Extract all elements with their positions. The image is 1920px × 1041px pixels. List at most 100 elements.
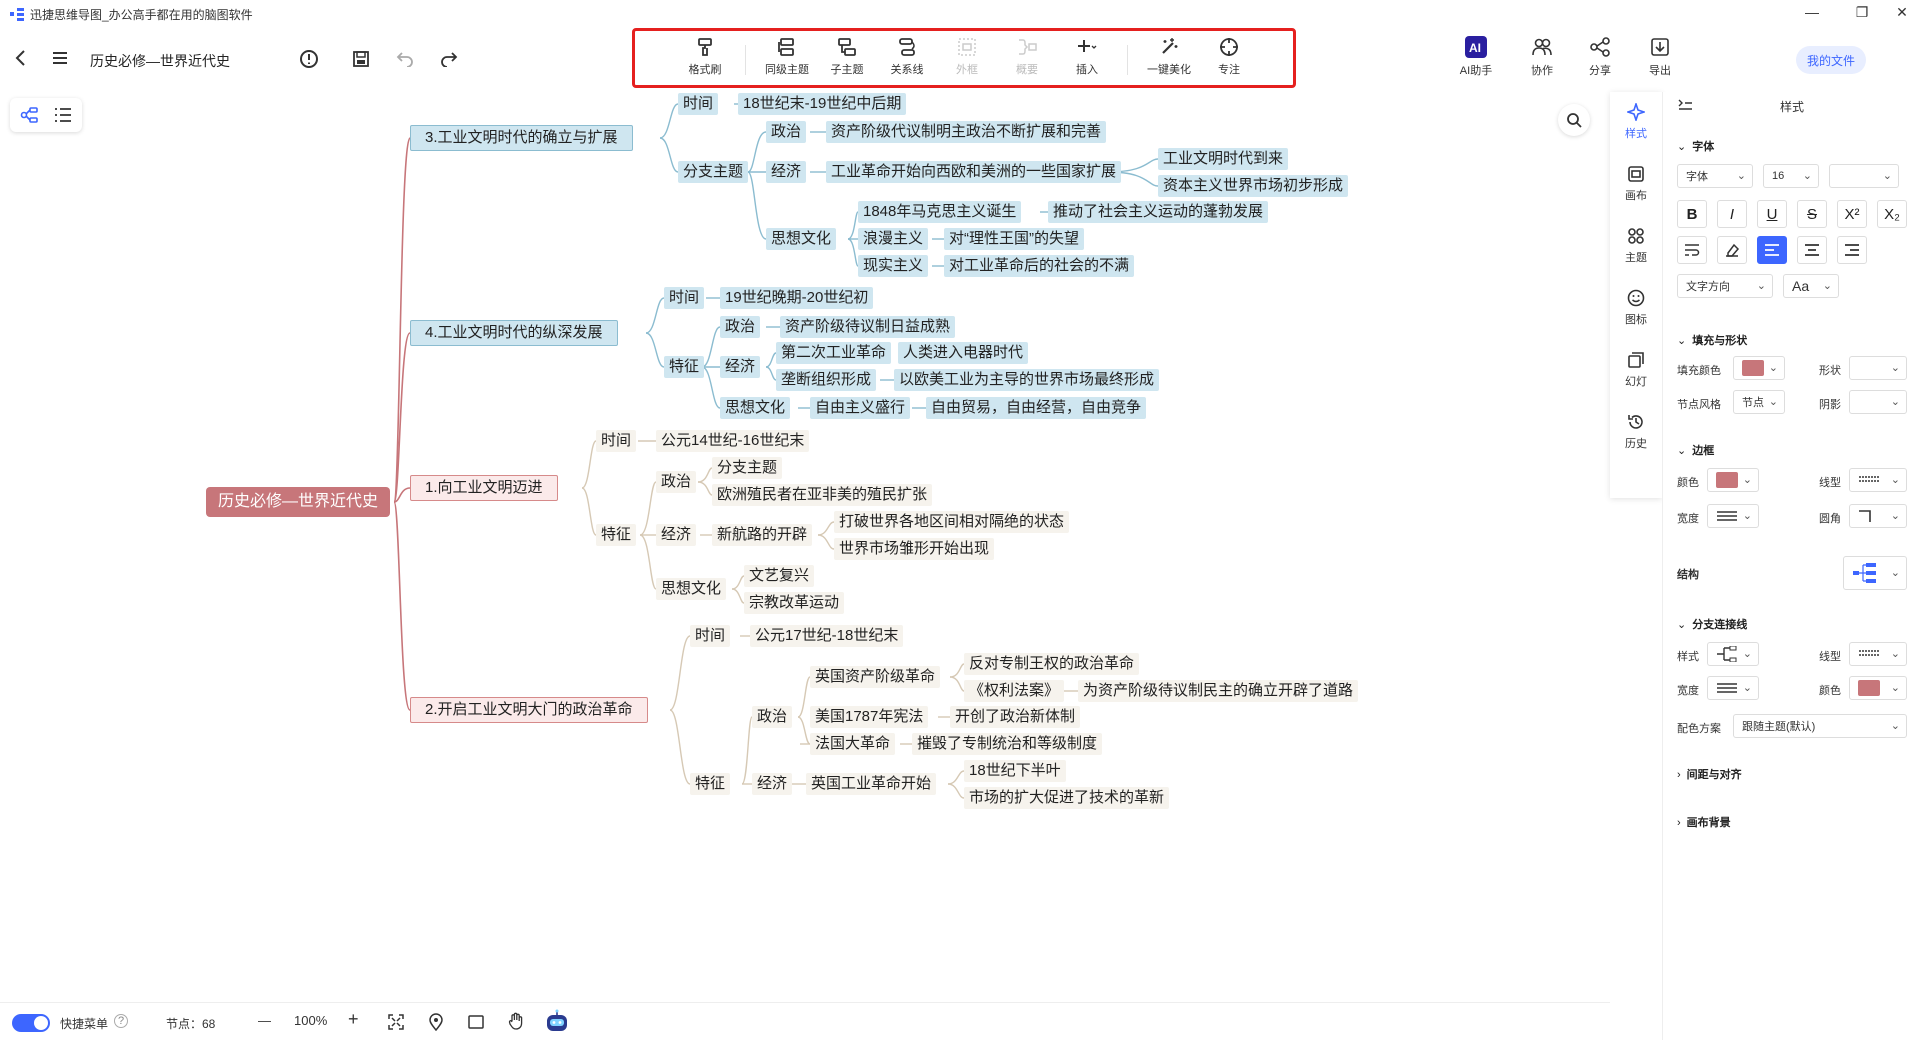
spacing-section-header[interactable]: 间距与对齐	[1677, 766, 1742, 782]
redo-button[interactable]	[438, 48, 460, 70]
quick-menu-toggle[interactable]	[12, 1014, 50, 1032]
topic-node[interactable]: 世界市场雏形开始出现	[834, 538, 995, 560]
topic-node[interactable]: 经济	[656, 524, 697, 546]
mindmap-canvas[interactable]: 历史必修—世界近代史 3.工业文明时代的确立与扩展 时间 18世纪末-19世纪中…	[0, 92, 1610, 1002]
topic-node[interactable]: 《权利法案》	[964, 680, 1065, 702]
align-left-button[interactable]	[1757, 236, 1787, 264]
topic-node[interactable]: 以欧美工业为主导的世界市场最终形成	[894, 369, 1160, 391]
italic-button[interactable]: I	[1717, 200, 1747, 228]
topic-node[interactable]: 宗教改革运动	[744, 592, 845, 614]
topic-node[interactable]: 对“理性王国”的失望	[944, 228, 1084, 250]
tab-history[interactable]: 历史	[1610, 402, 1662, 462]
my-files-button[interactable]: 我的文件	[1796, 46, 1866, 74]
tab-theme[interactable]: 主题	[1610, 216, 1662, 276]
topic-node[interactable]: 18世纪下半叶	[964, 760, 1066, 782]
topic-node[interactable]: 政治	[766, 121, 807, 143]
align-right-button[interactable]	[1837, 236, 1867, 264]
topic-node[interactable]: 经济	[720, 356, 761, 378]
undo-button[interactable]	[394, 48, 416, 70]
topic-node[interactable]: 思想文化	[766, 228, 837, 250]
shadow-select[interactable]: ⌄	[1849, 390, 1907, 414]
ai-assistant-button[interactable]: AI AI助手	[1448, 36, 1504, 78]
summary-button[interactable]: 概要	[997, 37, 1057, 85]
structure-select[interactable]: ⌄	[1843, 556, 1907, 590]
topic-node[interactable]: 18世纪末-19世纪中后期	[738, 93, 907, 115]
topic-node[interactable]: 经济	[752, 773, 793, 795]
topic-node[interactable]: 分支主题	[678, 161, 749, 183]
border-radius-select[interactable]: ⌄	[1849, 504, 1907, 528]
topic-node[interactable]: 思想文化	[656, 578, 727, 600]
topic-node[interactable]: 开创了政治新体制	[950, 706, 1081, 728]
hand-pan-icon[interactable]	[508, 1012, 524, 1030]
topic-node[interactable]: 新航路的开辟	[712, 524, 813, 546]
subscript-button[interactable]: X₂	[1877, 200, 1907, 228]
tab-canvas[interactable]: 画布	[1610, 154, 1662, 214]
topic-node[interactable]: 19世纪晚期-20世纪初	[720, 287, 874, 309]
minimize-button[interactable]: —	[1800, 4, 1824, 20]
branch-color-select[interactable]: ⌄	[1849, 676, 1907, 700]
topic-node[interactable]: 推动了社会主义运动的蓬勃发展	[1048, 201, 1269, 223]
beautify-button[interactable]: 一键美化	[1139, 37, 1199, 85]
root-node[interactable]: 历史必修—世界近代史	[206, 487, 391, 517]
tab-icons[interactable]: 图标	[1610, 278, 1662, 338]
topic-node[interactable]: 美国1787年宪法	[810, 706, 929, 728]
branch-line-section-header[interactable]: 分支连接线	[1677, 616, 1747, 632]
branch-node-2[interactable]: 2.开启工业文明大门的政治革命	[410, 697, 648, 723]
zoom-in-button[interactable]: +	[348, 1009, 359, 1030]
underline-button[interactable]: U	[1757, 200, 1787, 228]
topic-node[interactable]: 时间	[596, 430, 637, 452]
mindmap-view-icon[interactable]	[20, 106, 38, 124]
topic-node[interactable]: 自由主义盛行	[810, 397, 911, 419]
branch-node-3[interactable]: 3.工业文明时代的确立与扩展	[410, 125, 633, 151]
topic-node[interactable]: 时间	[678, 93, 719, 115]
align-center-button[interactable]	[1797, 236, 1827, 264]
format-brush-button[interactable]: 格式刷	[675, 37, 735, 85]
strikethrough-button[interactable]: S	[1797, 200, 1827, 228]
font-family-select[interactable]: 字体 ⌄	[1677, 164, 1753, 188]
topic-node[interactable]: 资本主义世界市场初步形成	[1158, 175, 1349, 197]
topic-node[interactable]: 人类进入电器时代	[898, 342, 1029, 364]
topic-node[interactable]: 法国大革命	[810, 733, 896, 755]
fill-color-select[interactable]: ⌄	[1733, 356, 1785, 380]
branch-width-select[interactable]: ⌄	[1707, 676, 1759, 700]
branch-line-select[interactable]: ⌄	[1849, 642, 1907, 666]
font-color-select[interactable]: ⌄	[1829, 164, 1899, 188]
export-button[interactable]: 导出	[1632, 36, 1688, 78]
tab-style[interactable]: 样式	[1610, 92, 1662, 152]
topic-node[interactable]: 时间	[690, 625, 731, 647]
collaborate-button[interactable]: 协作	[1514, 36, 1570, 78]
close-window-button[interactable]: ✕	[1890, 4, 1914, 21]
fit-screen-icon[interactable]	[388, 1014, 404, 1030]
fill-section-header[interactable]: 填充与形状	[1677, 332, 1747, 348]
topic-node[interactable]: 垄断组织形成	[776, 369, 877, 391]
topic-node[interactable]: 对工业革命后的社会的不满	[944, 255, 1135, 277]
topic-node[interactable]: 政治	[656, 471, 697, 493]
outline-view-icon[interactable]	[54, 106, 72, 124]
node-style-select[interactable]: 节点 ⌄	[1733, 390, 1785, 414]
font-size-select[interactable]: 16 ⌄	[1763, 164, 1819, 188]
clear-format-button[interactable]	[1717, 236, 1747, 264]
info-button[interactable]	[298, 48, 320, 70]
insert-button[interactable]: 插入	[1057, 37, 1117, 85]
topic-node[interactable]: 浪漫主义	[858, 228, 929, 250]
locate-icon[interactable]	[428, 1013, 444, 1031]
topic-node[interactable]: 分支主题	[712, 457, 783, 479]
focus-button[interactable]: 专注	[1199, 37, 1259, 85]
topic-node[interactable]: 思想文化	[720, 397, 791, 419]
shape-select[interactable]: ⌄	[1849, 356, 1907, 380]
topic-node[interactable]: 市场的扩大促进了技术的革新	[964, 787, 1170, 809]
superscript-button[interactable]: X²	[1837, 200, 1867, 228]
topic-node[interactable]: 欧洲殖民者在亚非美的殖民扩张	[712, 484, 933, 506]
document-title[interactable]: 历史必修—世界近代史	[90, 51, 230, 71]
help-icon[interactable]: ?	[114, 1014, 128, 1028]
topic-node[interactable]: 自由贸易，自由经营，自由竞争	[926, 397, 1147, 419]
topic-node[interactable]: 工业文明时代到来	[1158, 148, 1289, 170]
topic-node[interactable]: 政治	[720, 316, 761, 338]
boundary-button[interactable]: 外框	[937, 37, 997, 85]
branch-style-select[interactable]: ⌄	[1707, 642, 1759, 666]
topic-node[interactable]: 经济	[766, 161, 807, 183]
back-button[interactable]	[12, 48, 30, 68]
share-button[interactable]: 分享	[1572, 36, 1628, 78]
topic-node[interactable]: 第二次工业革命	[776, 342, 892, 364]
topic-node[interactable]: 摧毁了专制统治和等级制度	[912, 733, 1103, 755]
